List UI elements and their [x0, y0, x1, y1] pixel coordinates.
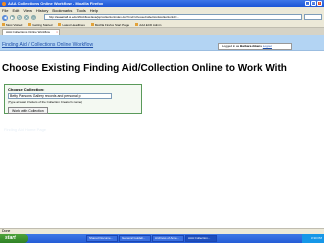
taskbar-item[interactable]: General Guideli... — [119, 235, 151, 242]
window-title: AAA Collections Online Workflow - Mozill… — [8, 1, 104, 6]
bookmark-item[interactable]: Latest Headlines — [58, 23, 85, 27]
breadcrumb-link[interactable]: Finding Aid / Collections Online Workflo… — [2, 42, 93, 48]
maximize-icon[interactable]: □ — [311, 1, 316, 6]
home-icon[interactable]: ⌂ — [31, 15, 36, 20]
taskbar: start Shared Docume... General Guideli..… — [0, 234, 324, 243]
menu-file[interactable]: File — [2, 8, 8, 13]
app-header: Finding Aid / Collections Online Workflo… — [0, 35, 324, 51]
bookmark-icon — [28, 23, 32, 26]
stop-icon[interactable]: ✕ — [24, 15, 29, 20]
choose-collection-panel: Choose Collection: (Type at least 3 lett… — [4, 84, 142, 114]
minimize-icon[interactable]: _ — [305, 1, 310, 6]
search-input[interactable] — [304, 14, 322, 20]
menu-bookmarks[interactable]: Bookmarks — [52, 8, 72, 13]
page-content: Finding Aid / Collections Online Workflo… — [0, 35, 324, 228]
bookmark-icon — [2, 23, 5, 26]
address-bar[interactable]: http://aaaatrafl.si.edu/WorkflowJava/jsp… — [44, 14, 302, 20]
window-controls: _ □ × — [305, 1, 322, 6]
collection-label: Choose Collection: — [8, 87, 45, 92]
bookmark-item[interactable]: Mozilla Firefox Start Page — [90, 23, 129, 27]
taskbar-item[interactable]: AAA Collection... — [185, 235, 217, 242]
rss-icon — [58, 23, 62, 26]
taskbar-item[interactable]: Shared Docume... — [86, 235, 118, 242]
login-status: Logged in as Barbara Aikens Logout — [218, 43, 292, 50]
bookmark-item[interactable]: Most Visited — [2, 23, 22, 27]
forward-icon[interactable]: ▶ — [10, 15, 15, 20]
menu-edit[interactable]: Edit — [12, 8, 19, 13]
menu-tools[interactable]: Tools — [76, 8, 85, 13]
firefox-icon — [2, 1, 6, 6]
navigation-toolbar: ◀ ▶ ↻ ✕ ⌂ http://aaaatrafl.si.edu/Workfl… — [0, 13, 324, 22]
title-bar: AAA Collections Online Workflow - Mozill… — [0, 0, 324, 7]
username: Barbara Aikens — [240, 44, 262, 48]
menu-view[interactable]: View — [23, 8, 32, 13]
bookmark-item[interactable]: AAA ECD Admin — [135, 23, 161, 27]
start-button[interactable]: start — [0, 234, 28, 243]
collection-input[interactable] — [8, 93, 112, 99]
bookmark-item[interactable]: Getting Started — [28, 23, 52, 27]
close-icon[interactable]: × — [317, 1, 322, 6]
footer-link[interactable]: Finding Aid Home Page — [4, 127, 46, 132]
tab-strip: AAA Collections Online Workflow × — [0, 28, 324, 35]
taskbar-tasks: Shared Docume... General Guideli... Arch… — [86, 235, 217, 242]
page-title: Choose Existing Finding Aid/Collection O… — [2, 63, 287, 74]
system-clock: 3:30 PM — [302, 234, 324, 243]
menu-history[interactable]: History — [36, 8, 48, 13]
menu-help[interactable]: Help — [90, 8, 98, 13]
back-icon[interactable]: ◀ — [2, 14, 8, 21]
work-with-collection-button[interactable]: Work with Collection — [8, 107, 48, 114]
logout-link[interactable]: Logout — [263, 44, 272, 48]
reload-icon[interactable]: ↻ — [17, 15, 22, 20]
taskbar-item[interactable]: Archives of Ame... — [152, 235, 184, 242]
bookmark-icon — [90, 23, 94, 26]
collection-hint: (Type at least 3 letters of the Collecti… — [8, 100, 83, 104]
bookmark-icon — [135, 23, 139, 26]
